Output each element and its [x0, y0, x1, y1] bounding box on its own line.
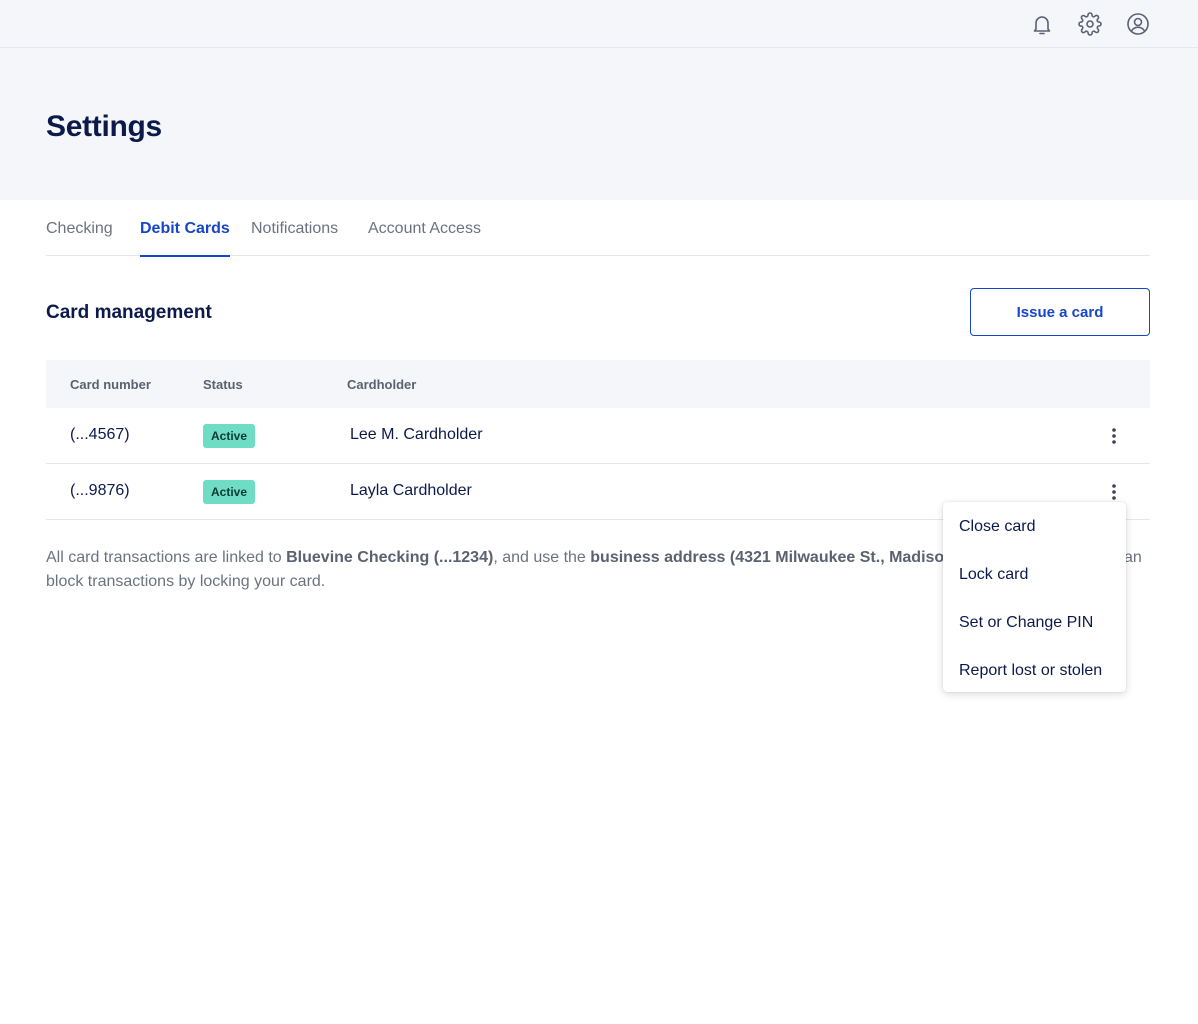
menu-item-lock-card[interactable]: Lock card — [959, 566, 1119, 584]
column-header-status: Status — [203, 377, 243, 392]
note-text: block transactions by locking your card. — [46, 573, 326, 590]
cardholder-name: Layla Cardholder — [350, 482, 472, 499]
bell-icon[interactable] — [1028, 10, 1056, 38]
gear-icon[interactable] — [1076, 10, 1104, 38]
section-title: Card management — [46, 302, 212, 323]
business-address: business address (4321 Milwaukee St., Ma… — [590, 549, 978, 566]
note-text: , and use the — [493, 549, 591, 566]
status-badge: Active — [203, 480, 256, 504]
user-circle-icon[interactable] — [1124, 10, 1152, 38]
table-header: Card number Status Cardholder — [46, 360, 1150, 408]
page-header: Settings — [0, 48, 1198, 200]
page-title: Settings — [46, 110, 162, 143]
linked-account: Bluevine Checking (...1234) — [286, 549, 494, 566]
settings-tabs: Checking Debit Cards Notifications Accou… — [46, 200, 1150, 257]
menu-item-set-pin[interactable]: Set or Change PIN — [959, 614, 1119, 632]
menu-item-close-card[interactable]: Close card — [959, 518, 1119, 536]
card-number: (...4567) — [70, 426, 130, 443]
tab-notifications[interactable]: Notifications — [251, 220, 338, 256]
tab-debit-cards[interactable]: Debit Cards — [140, 220, 230, 257]
tab-account-access[interactable]: Account Access — [368, 220, 481, 256]
menu-item-report-lost[interactable]: Report lost or stolen — [959, 662, 1119, 680]
tab-checking[interactable]: Checking — [46, 220, 113, 256]
column-header-cardholder: Cardholder — [347, 377, 417, 392]
column-header-card-number: Card number — [70, 377, 151, 392]
card-number: (...9876) — [70, 482, 130, 499]
table-row[interactable]: (...4567) Active Lee M. Cardholder — [46, 408, 1150, 464]
more-options-icon[interactable] — [1102, 480, 1126, 504]
cardholder-name: Lee M. Cardholder — [350, 426, 483, 443]
more-options-icon[interactable] — [1102, 424, 1126, 448]
note-text: All card transactions are linked to — [46, 549, 287, 566]
note-text: an — [1124, 549, 1142, 566]
status-badge: Active — [203, 424, 256, 448]
card-actions-menu: Close card Lock card Set or Change PIN R… — [943, 502, 1126, 692]
issue-card-button[interactable]: Issue a card — [970, 288, 1150, 336]
cards-table: Card number Status Cardholder (...4567) … — [46, 360, 1150, 520]
top-bar — [0, 0, 1198, 48]
